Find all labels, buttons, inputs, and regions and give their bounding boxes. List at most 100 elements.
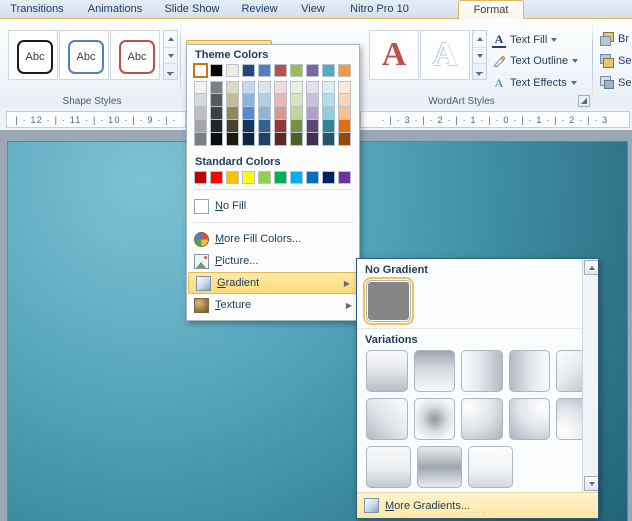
theme-variation-swatch[interactable]: [226, 120, 239, 133]
theme-color-swatch[interactable]: [242, 64, 255, 77]
scroll-up-button[interactable]: [584, 260, 598, 275]
theme-variation-swatch[interactable]: [242, 120, 255, 133]
theme-variation-swatch[interactable]: [210, 81, 223, 94]
standard-color-swatch[interactable]: [338, 171, 351, 184]
theme-variation-column[interactable]: [210, 81, 223, 146]
theme-variation-swatch[interactable]: [274, 120, 287, 133]
theme-variation-swatch[interactable]: [242, 107, 255, 120]
gradient-variation-radial-center[interactable]: [413, 398, 456, 440]
theme-variation-swatch[interactable]: [274, 107, 287, 120]
theme-variation-swatch[interactable]: [338, 94, 351, 107]
theme-variation-swatch[interactable]: [242, 133, 255, 146]
gradient-variation-linear-down[interactable]: [366, 350, 408, 392]
theme-color-swatch[interactable]: [338, 64, 351, 77]
theme-variation-swatch[interactable]: [290, 120, 303, 133]
theme-variation-swatch[interactable]: [322, 81, 335, 94]
gradient-variation-linear-left[interactable]: [508, 350, 551, 392]
gallery-scroll-down-button[interactable]: [473, 47, 486, 64]
theme-variation-column[interactable]: [226, 81, 239, 146]
gallery-scroll-up-button[interactable]: [473, 31, 486, 47]
standard-color-swatch[interactable]: [306, 171, 319, 184]
standard-color-swatch[interactable]: [290, 171, 303, 184]
theme-variation-swatch[interactable]: [194, 107, 207, 120]
theme-variation-swatch[interactable]: [306, 94, 319, 107]
wordart-thumb-2[interactable]: A: [420, 30, 470, 80]
theme-variation-swatch[interactable]: [210, 120, 223, 133]
gradient-variation-linear-mid-band[interactable]: [417, 446, 462, 488]
shape-style-thumb-3[interactable]: Abc: [110, 30, 160, 80]
theme-variation-swatch[interactable]: [210, 133, 223, 146]
theme-variation-column[interactable]: [242, 81, 255, 146]
theme-color-swatch[interactable]: [193, 63, 208, 78]
standard-color-swatch[interactable]: [242, 171, 255, 184]
menu-item-no-fill[interactable]: No Fill: [187, 195, 359, 217]
theme-color-variations[interactable]: [187, 81, 359, 146]
theme-variation-swatch[interactable]: [274, 81, 287, 94]
text-fill-command[interactable]: A Text Fill: [492, 32, 558, 48]
theme-color-swatch[interactable]: [290, 64, 303, 77]
standard-colors-row[interactable]: [187, 171, 359, 184]
theme-variation-column[interactable]: [290, 81, 303, 146]
theme-variation-swatch[interactable]: [242, 94, 255, 107]
theme-variation-column[interactable]: [274, 81, 287, 146]
text-outline-command[interactable]: Text Outline: [492, 54, 579, 68]
theme-variation-swatch[interactable]: [194, 120, 207, 133]
wordart-thumb-1[interactable]: A: [369, 30, 419, 80]
ribbon-tab-nitro-pro-10[interactable]: Nitro Pro 10: [343, 0, 416, 19]
theme-variation-swatch[interactable]: [258, 120, 271, 133]
ribbon-tab-animations[interactable]: Animations: [82, 0, 148, 19]
theme-variation-swatch[interactable]: [226, 133, 239, 146]
theme-variation-swatch[interactable]: [226, 94, 239, 107]
standard-color-swatch[interactable]: [210, 171, 223, 184]
theme-variation-swatch[interactable]: [290, 107, 303, 120]
theme-color-swatch[interactable]: [306, 64, 319, 77]
theme-variation-swatch[interactable]: [322, 133, 335, 146]
theme-variation-column[interactable]: [258, 81, 271, 146]
gradient-variation-linear-right[interactable]: [461, 350, 503, 392]
theme-variation-column[interactable]: [338, 81, 351, 146]
theme-variation-swatch[interactable]: [290, 81, 303, 94]
ribbon-tab-review[interactable]: Review: [236, 0, 283, 19]
theme-variation-swatch[interactable]: [274, 133, 287, 146]
standard-color-swatch[interactable]: [322, 171, 335, 184]
ruler-right[interactable]: · | · 3 · | · 2 · | · 1 · | · 0 · | · 1 …: [360, 111, 630, 128]
shape-styles-gallery-scroller[interactable]: [163, 30, 178, 80]
gradient-variation-radial-top-left[interactable]: [461, 398, 503, 440]
standard-color-swatch[interactable]: [194, 171, 207, 184]
gallery-scroll-up-button[interactable]: [164, 31, 177, 47]
theme-variation-swatch[interactable]: [306, 120, 319, 133]
theme-variation-swatch[interactable]: [290, 94, 303, 107]
wordart-dialog-launcher[interactable]: ◢: [578, 95, 590, 107]
theme-variation-swatch[interactable]: [258, 94, 271, 107]
theme-variation-swatch[interactable]: [306, 81, 319, 94]
theme-variation-swatch[interactable]: [242, 81, 255, 94]
theme-color-swatch[interactable]: [210, 64, 223, 77]
menu-item-more-fill-colors[interactable]: More Fill Colors...: [187, 228, 359, 250]
theme-color-swatch[interactable]: [322, 64, 335, 77]
theme-variation-swatch[interactable]: [194, 94, 207, 107]
theme-variation-swatch[interactable]: [258, 107, 271, 120]
ribbon-tab-view[interactable]: View: [295, 0, 331, 19]
gradient-variations-grid[interactable]: [357, 350, 598, 492]
theme-variation-column[interactable]: [322, 81, 335, 146]
theme-variation-column[interactable]: [194, 81, 207, 146]
theme-variation-swatch[interactable]: [194, 81, 207, 94]
no-gradient-swatch[interactable]: [363, 277, 414, 325]
theme-variation-swatch[interactable]: [258, 81, 271, 94]
gradient-variation-linear-diag-up[interactable]: [366, 398, 408, 440]
gradient-variation-linear-soft-down[interactable]: [366, 446, 411, 488]
theme-variation-swatch[interactable]: [194, 133, 207, 146]
send-backward-command[interactable]: Se: [600, 54, 631, 68]
theme-variation-swatch[interactable]: [338, 81, 351, 94]
resize-grip-icon[interactable]: ····: [357, 508, 598, 517]
theme-variation-swatch[interactable]: [306, 107, 319, 120]
menu-item-gradient[interactable]: Gradient ▶: [188, 272, 358, 294]
gradient-submenu-scrollbar[interactable]: [582, 259, 598, 492]
ribbon-tab-slide-show[interactable]: Slide Show: [160, 0, 224, 19]
ribbon-tab-transitions[interactable]: Transitions: [4, 0, 70, 19]
gallery-more-button[interactable]: [473, 63, 486, 80]
standard-color-swatch[interactable]: [226, 171, 239, 184]
gradient-variation-linear-up-dark[interactable]: [413, 350, 456, 392]
no-gradient-row[interactable]: [357, 277, 598, 328]
theme-variation-swatch[interactable]: [226, 107, 239, 120]
